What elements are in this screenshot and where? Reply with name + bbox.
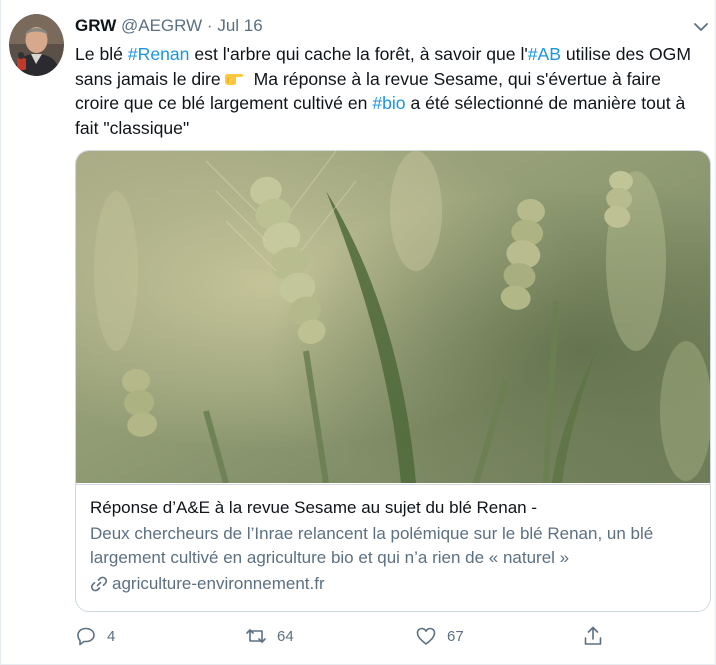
- reply-count: 4: [107, 627, 116, 645]
- heart-icon: [416, 627, 436, 645]
- tweet-text-part: est l'arbre qui cache la forêt, à savoir…: [189, 44, 528, 64]
- link-preview-card[interactable]: Réponse d’A&E à la revue Sesame au sujet…: [75, 150, 711, 612]
- hashtag-renan[interactable]: #Renan: [128, 44, 190, 64]
- more-options-button[interactable]: [690, 18, 712, 36]
- card-domain-text: agriculture-environnement.fr: [112, 574, 325, 593]
- retweet-count: 64: [277, 627, 294, 645]
- tweet-header: GRW @AEGRW · Jul 16: [75, 15, 263, 37]
- tweet-text: Le blé #Renan est l'arbre qui cache la f…: [75, 42, 705, 140]
- like-button[interactable]: 67: [415, 622, 464, 650]
- avatar[interactable]: [9, 14, 64, 76]
- card-body[interactable]: Réponse d’A&E à la revue Sesame au sujet…: [76, 484, 710, 611]
- card-description: Deux chercheurs de l’Inrae relancent la …: [90, 524, 654, 567]
- retweet-icon: [246, 629, 266, 643]
- like-count: 67: [447, 627, 464, 645]
- user-handle[interactable]: @AEGRW: [121, 16, 202, 35]
- header-separator: ·: [206, 16, 213, 35]
- hashtag-ab[interactable]: #AB: [528, 44, 561, 64]
- reply-icon: [77, 627, 95, 646]
- tweet-actions: 4 64 67: [75, 622, 635, 652]
- card-title: Réponse d’A&E à la revue Sesame au sujet…: [90, 498, 537, 517]
- chevron-down-icon: [694, 23, 708, 31]
- share-button[interactable]: [582, 622, 604, 650]
- display-name[interactable]: GRW: [75, 16, 116, 35]
- tweet-date[interactable]: Jul 16: [217, 16, 262, 35]
- tweet[interactable]: GRW @AEGRW · Jul 16 Le blé #Renan est l'…: [0, 0, 716, 665]
- card-image[interactable]: [76, 151, 710, 484]
- share-icon: [584, 626, 602, 645]
- pointing-right-hand-emoji: [224, 73, 243, 85]
- retweet-button[interactable]: 64: [245, 622, 294, 650]
- card-domain: agriculture-environnement.fr: [90, 572, 698, 596]
- hashtag-bio[interactable]: #bio: [372, 93, 405, 113]
- link-icon: [90, 576, 108, 592]
- tweet-text-part: Le blé: [75, 44, 128, 64]
- reply-button[interactable]: 4: [75, 622, 115, 650]
